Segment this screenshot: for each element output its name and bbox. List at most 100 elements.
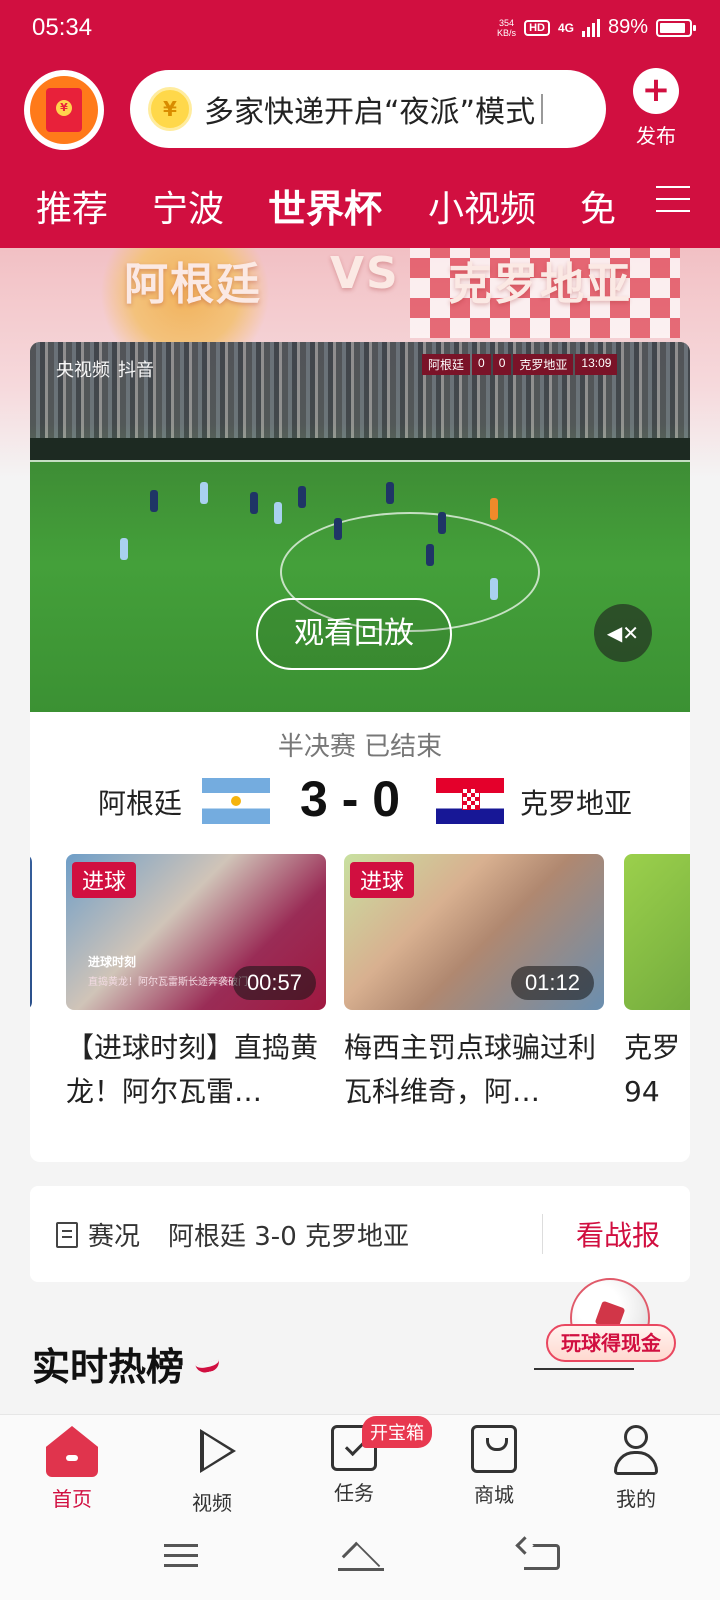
player <box>334 518 342 540</box>
player <box>150 490 158 512</box>
home-button-icon[interactable] <box>338 1541 384 1581</box>
thumb-caption: 进球时刻 <box>88 955 137 969</box>
nav-label: 首页 <box>52 1487 92 1511</box>
red-packet-icon[interactable] <box>24 70 104 150</box>
video-player[interactable]: 央视频 抖音 阿根廷 0 0 克罗地亚 13:09 观看回放 ◀✕ <box>30 342 690 712</box>
match-score: 3 - 0 <box>300 771 401 827</box>
clip-card[interactable]: 进球 01:12 梅西主罚点球骗过利瓦科维奇，阿… <box>344 854 604 1114</box>
summary-label: 赛况 <box>88 1222 141 1252</box>
match-stage: 半决赛 已结束 <box>277 732 443 762</box>
touch-line <box>30 460 690 462</box>
bottom-nav: 首页 视频 任务 商城 我的 <box>0 1414 720 1516</box>
mute-icon[interactable]: ◀✕ <box>594 604 652 662</box>
match-summary-bar[interactable]: 赛况 阿根廷 3-0 克罗地亚 看战报 <box>30 1186 690 1282</box>
argentina-flag-icon <box>202 778 270 824</box>
clip-thumbnail: 进球 01:12 <box>344 854 604 1010</box>
search-cursor <box>541 94 544 124</box>
clip-thumbnail: 进球 进球时刻 直捣黄龙！阿尔瓦雷斯长途奔袭破门 00:57 <box>66 854 326 1010</box>
player <box>120 538 128 560</box>
battery-icon <box>656 18 696 37</box>
nav-label: 我的 <box>616 1487 656 1511</box>
tab-free[interactable]: 免 <box>580 180 616 232</box>
home-icon <box>46 1426 98 1477</box>
document-icon <box>56 1222 78 1248</box>
search-hint: 多家快递开启“夜派”模式 <box>204 95 536 130</box>
network-type: 4G <box>557 20 574 35</box>
title-accent-icon <box>195 1359 221 1375</box>
broadcaster-watermark: 央视频 抖音 <box>56 356 154 382</box>
app-header: 05:34 354 KB/s HD 4G 89% ¥ 多家快递开启“夜派”模式 … <box>0 0 720 248</box>
clip-title: 梅西主罚点球骗过利瓦科维奇，阿… <box>344 1031 597 1108</box>
goal-tag: 进球 <box>350 862 415 898</box>
goal-tag: 进球 <box>72 862 137 898</box>
status-time: 05:34 <box>32 14 93 41</box>
battery-percent: 89% <box>607 16 648 38</box>
tab-recommend[interactable]: 推荐 <box>36 180 108 232</box>
float-label: 玩球得现金 <box>546 1324 676 1362</box>
signal-icon <box>581 18 600 37</box>
away-team-name: 克罗地亚 <box>520 787 633 820</box>
ad-board <box>30 438 690 460</box>
coin-icon: ¥ <box>148 87 192 131</box>
clip-card-partial-right[interactable]: 克罗 94分 <box>624 854 690 1114</box>
clip-duration: 00:57 <box>232 966 316 1000</box>
live-score-overlay: 阿根廷 0 0 克罗地亚 13:09 <box>422 354 618 375</box>
recent-apps-icon[interactable] <box>164 1544 198 1568</box>
view-report-link[interactable]: 看战报 <box>576 1214 660 1254</box>
nav-home[interactable]: 首页 <box>22 1425 122 1512</box>
nav-label: 视频 <box>192 1491 232 1515</box>
clip-card-partial-left[interactable] <box>30 854 32 1010</box>
tab-ningbo[interactable]: 宁波 <box>152 180 224 232</box>
clip-title: 【进球时刻】直捣黄龙！阿尔瓦雷… <box>66 1031 319 1108</box>
highlight-clips: 进球 进球时刻 直捣黄龙！阿尔瓦雷斯长途奔袭破门 00:57 【进球时刻】直捣黄… <box>30 854 690 1114</box>
nav-label: 商城 <box>474 1483 514 1507</box>
player <box>200 482 208 504</box>
search-bar[interactable]: ¥ 多家快递开启“夜派”模式 <box>130 70 606 148</box>
net-speed: 354 KB/s <box>497 17 517 38</box>
match-card: 央视频 抖音 阿根廷 0 0 克罗地亚 13:09 观看回放 ◀✕ 半决赛 已结… <box>30 342 690 1162</box>
menu-icon[interactable] <box>656 186 690 212</box>
player <box>438 512 446 534</box>
clip-thumbnail <box>624 854 690 1010</box>
hot-list-title: 实时热榜 <box>32 1345 185 1389</box>
publish-label: 发布 <box>636 124 676 148</box>
cctv-video-logo: 央视频 <box>56 360 110 381</box>
player <box>490 578 498 600</box>
plus-icon: + <box>633 68 679 114</box>
status-indicators: 354 KB/s HD 4G 89% <box>497 16 696 39</box>
croatia-flag-icon <box>436 778 504 824</box>
thumb-subcaption: 直捣黄龙！阿尔瓦雷斯长途奔袭破门 <box>88 977 248 988</box>
goalkeeper <box>490 498 498 520</box>
clip-duration: 01:12 <box>510 966 594 1000</box>
home-team-name: 阿根廷 <box>98 787 183 820</box>
clip-card[interactable]: 进球 进球时刻 直捣黄龙！阿尔瓦雷斯长途奔袭破门 00:57 【进球时刻】直捣黄… <box>66 854 326 1114</box>
nav-mall[interactable]: 商城 <box>444 1425 544 1508</box>
banner-team-left: 阿根廷 <box>124 259 262 310</box>
player <box>250 492 258 514</box>
banner-team-right: 克罗地亚 <box>448 259 632 310</box>
user-icon <box>610 1425 662 1477</box>
player <box>274 502 282 524</box>
nav-video[interactable]: 视频 <box>162 1425 262 1516</box>
nav-me[interactable]: 我的 <box>586 1425 686 1512</box>
system-nav-bar <box>0 1514 720 1600</box>
publish-button[interactable]: + 发布 <box>626 68 686 149</box>
watch-replay-button[interactable]: 观看回放 <box>256 598 452 670</box>
tab-world-cup[interactable]: 世界杯 <box>268 178 382 233</box>
player <box>386 482 394 504</box>
play-ball-cash-float[interactable]: 玩球得现金 <box>546 1278 676 1362</box>
summary-score: 阿根廷 3-0 克罗地亚 <box>168 1222 409 1252</box>
player <box>426 544 434 566</box>
status-bar: 05:34 354 KB/s HD 4G 89% <box>0 0 720 60</box>
play-icon <box>186 1429 238 1481</box>
tab-short-video[interactable]: 小视频 <box>428 180 536 232</box>
open-treasure-badge[interactable]: 开宝箱 <box>362 1416 432 1448</box>
back-icon[interactable] <box>524 1544 560 1570</box>
douyin-logo: 抖音 <box>118 360 154 381</box>
player <box>298 486 306 508</box>
clip-title: 克罗 94分 <box>624 1031 681 1108</box>
hd-icon: HD <box>524 19 550 36</box>
nav-label: 任务 <box>334 1481 374 1505</box>
shopping-bag-icon <box>471 1425 517 1473</box>
channel-tabs: 推荐 宁波 世界杯 小视频 免 <box>0 172 720 232</box>
